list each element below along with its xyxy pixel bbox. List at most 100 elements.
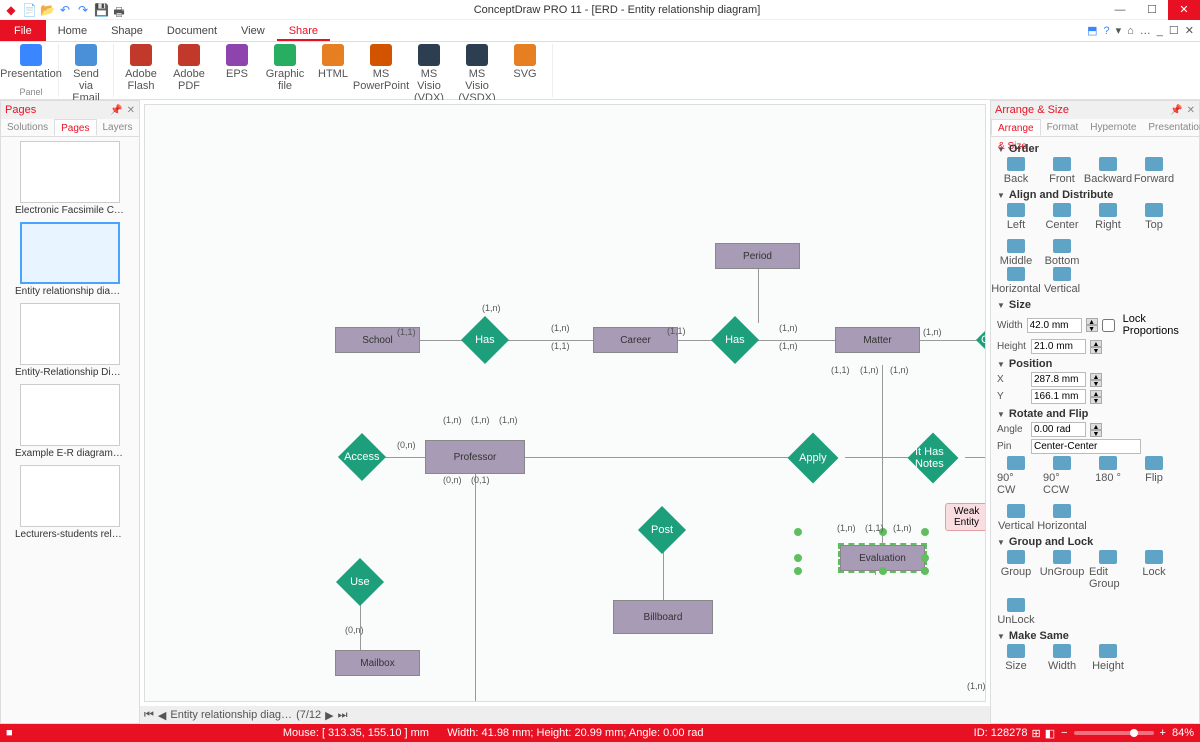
undo-icon[interactable]: ↶ — [58, 3, 72, 17]
zoom-in-icon[interactable]: + — [1160, 727, 1166, 739]
page-thumbnail[interactable]: Electronic Facsimile Coll... — [5, 141, 135, 216]
print-icon[interactable]: 🖶 — [112, 3, 126, 17]
relationship-use[interactable]: Use — [336, 558, 384, 606]
relationship-contain[interactable]: Contain — [976, 316, 986, 364]
ribbon-ms-powerpoint[interactable]: MS PowerPoint — [360, 44, 402, 104]
selection-handle[interactable] — [794, 528, 802, 536]
tab-first-icon[interactable]: ⏮ — [144, 709, 154, 722]
align-right[interactable]: Right — [1089, 203, 1127, 231]
selection-handle[interactable] — [794, 567, 802, 575]
same-size[interactable]: Size — [997, 644, 1035, 672]
selection-handle[interactable] — [794, 554, 802, 562]
entity-professor[interactable]: Professor — [425, 440, 525, 474]
align-top[interactable]: Top — [1135, 203, 1173, 231]
pos-y-spin[interactable]: ▼ — [1090, 397, 1102, 404]
ribbon-eps[interactable]: EPS — [216, 44, 258, 104]
align-bottom[interactable]: Bottom — [1043, 239, 1081, 267]
arrange-tab-hypernote[interactable]: Hypernote — [1084, 119, 1142, 136]
zoom-out-icon[interactable]: − — [1061, 727, 1067, 739]
child-max-icon[interactable]: ☐ — [1169, 20, 1179, 41]
group-lock[interactable]: Lock — [1135, 550, 1173, 590]
section-position[interactable]: Position — [997, 358, 1193, 370]
pin-icon[interactable]: 📌 — [1170, 105, 1182, 116]
page-thumbnail[interactable]: Lecturers-students relatio... — [5, 465, 135, 540]
close-panel-icon[interactable]: ✕ — [1187, 105, 1195, 116]
angle-spin[interactable]: ▼ — [1090, 430, 1102, 437]
ribbon-ms-visio-vsdx-[interactable]: MS Visio (VSDX) — [456, 44, 498, 104]
width-spin[interactable]: ▼ — [1086, 325, 1098, 332]
group-group[interactable]: Group — [997, 550, 1035, 590]
selection-handle[interactable] — [921, 567, 929, 575]
align-center[interactable]: Center — [1043, 203, 1081, 231]
relationship-apply[interactable]: Apply — [788, 433, 839, 484]
redo-icon[interactable]: ↷ — [76, 3, 90, 17]
ribbon-html[interactable]: HTML — [312, 44, 354, 104]
zoom-slider[interactable] — [1074, 731, 1154, 735]
info-icon[interactable]: ? — [1103, 20, 1109, 41]
angle-input[interactable] — [1031, 422, 1086, 437]
ribbon-send-via-email[interactable]: Send via Email — [65, 44, 107, 104]
help-icon[interactable]: ⬒ — [1087, 20, 1097, 41]
page-thumbnail[interactable]: Entity relationship diagram — [5, 222, 135, 297]
relationship-has[interactable]: Has — [461, 316, 509, 364]
entity-period[interactable]: Period — [715, 243, 800, 269]
menu-tab-document[interactable]: Document — [155, 20, 229, 41]
minimize-button[interactable]: — — [1104, 0, 1136, 20]
align-middle[interactable]: Middle — [997, 239, 1035, 267]
ribbon-adobe-flash[interactable]: Adobe Flash — [120, 44, 162, 104]
align-left[interactable]: Left — [997, 203, 1035, 231]
height-spin[interactable]: ▲ — [1090, 340, 1102, 347]
group-edit-group[interactable]: Edit Group — [1089, 550, 1127, 590]
menu-tab-shape[interactable]: Shape — [99, 20, 155, 41]
relationship-has[interactable]: Has — [711, 316, 759, 364]
group-ungroup[interactable]: UnGroup — [1043, 550, 1081, 590]
relationship-post[interactable]: Post — [638, 506, 686, 554]
child-close-icon[interactable]: ✕ — [1185, 20, 1194, 41]
order-front[interactable]: Front — [1043, 157, 1081, 185]
selection-handle[interactable] — [921, 554, 929, 562]
ribbon-ms-visio-vdx-[interactable]: MS Visio (VDX) — [408, 44, 450, 104]
file-menu[interactable]: File — [0, 20, 46, 41]
pages-tab-layers[interactable]: Layers — [97, 119, 139, 136]
lock-proportions-checkbox[interactable] — [1102, 319, 1115, 332]
status-icon-2[interactable]: ◧ — [1045, 727, 1055, 740]
close-button[interactable]: ✕ — [1168, 0, 1200, 20]
ribbon-graphic-file[interactable]: Graphic file — [264, 44, 306, 104]
save-icon[interactable]: 💾 — [94, 3, 108, 17]
relationship-access[interactable]: Access — [338, 433, 386, 481]
same-height[interactable]: Height — [1089, 644, 1127, 672]
menu-tab-share[interactable]: Share — [277, 20, 330, 41]
pos-x-input[interactable] — [1031, 372, 1086, 387]
section-group-and-lock[interactable]: Group and Lock — [997, 536, 1193, 548]
width-spin[interactable]: ▲ — [1086, 318, 1098, 325]
page-thumbnail[interactable]: Entity-Relationship Diagr... — [5, 303, 135, 378]
child-min-icon[interactable]: _ — [1157, 20, 1163, 41]
pin-icon[interactable]: 📌 — [110, 105, 122, 116]
page-thumbnail[interactable]: Example E-R diagram ext... — [5, 384, 135, 459]
pos-y-spin[interactable]: ▲ — [1090, 390, 1102, 397]
menu-tab-home[interactable]: Home — [46, 20, 99, 41]
pos-x-spin[interactable]: ▼ — [1090, 380, 1102, 387]
callout-weak-entity[interactable]: Weak Entity — [945, 503, 986, 531]
section-align-and-distribute[interactable]: Align and Distribute — [997, 189, 1193, 201]
entity-mailbox[interactable]: Mailbox — [335, 650, 420, 676]
entity-career[interactable]: Career — [593, 327, 678, 353]
close-panel-icon[interactable]: ✕ — [127, 105, 135, 116]
selection-handle[interactable] — [879, 567, 887, 575]
arrange-tab-format[interactable]: Format — [1041, 119, 1085, 136]
height-spin[interactable]: ▼ — [1090, 347, 1102, 354]
rotate--ccw[interactable]: 90° CCW — [1043, 456, 1081, 496]
distribute-horizontal[interactable]: Horizontal — [997, 267, 1035, 295]
ribbon-presentation[interactable]: Presentation — [10, 44, 52, 80]
tab-last-icon[interactable]: ⏭ — [338, 709, 348, 722]
ribbon-adobe-pdf[interactable]: Adobe PDF — [168, 44, 210, 104]
diagram-canvas[interactable]: SchoolCareerMatterPeriodProfessorBillboa… — [144, 104, 986, 702]
menu-tab-view[interactable]: View — [229, 20, 277, 41]
group-unlock[interactable]: UnLock — [997, 598, 1035, 626]
new-icon[interactable]: 📄 — [22, 3, 36, 17]
tab-next-icon[interactable]: ▶ — [325, 709, 333, 722]
order-backward[interactable]: Backward — [1089, 157, 1127, 185]
rotate-horizontal[interactable]: Horizontal — [1043, 504, 1081, 532]
maximize-button[interactable]: ☐ — [1136, 0, 1168, 20]
selection-handle[interactable] — [921, 528, 929, 536]
